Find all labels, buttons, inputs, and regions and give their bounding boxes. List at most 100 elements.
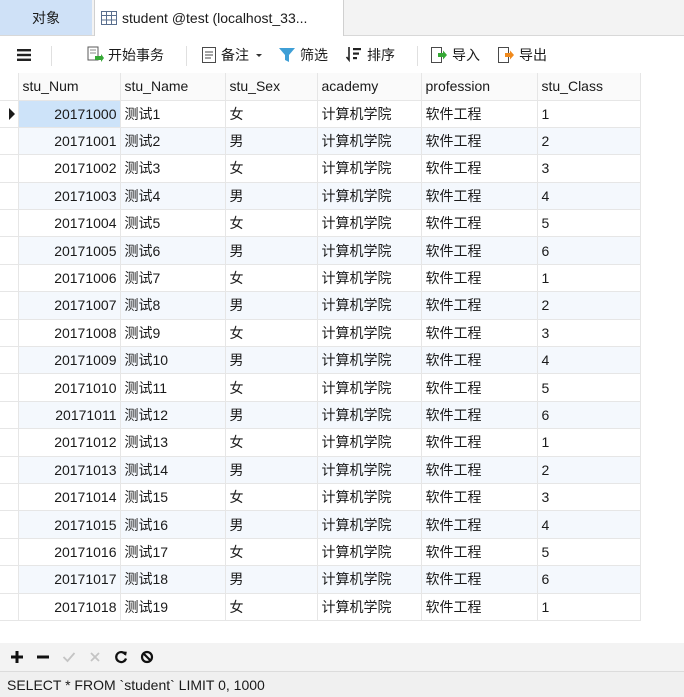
cell-academy[interactable]: 计算机学院: [317, 209, 422, 238]
table-row[interactable]: 20171004 测试5 女计算机学院 软件工程 5: [0, 209, 641, 238]
table-row[interactable]: 20171014 测试15 女计算机学院 软件工程 3: [0, 483, 641, 512]
cell-academy[interactable]: 计算机学院: [317, 428, 422, 457]
cell-profession[interactable]: 软件工程: [421, 346, 538, 375]
cell-stu-class[interactable]: 4: [537, 510, 641, 539]
cell-stu-name[interactable]: 测试6: [120, 236, 226, 265]
cell-academy[interactable]: 计算机学院: [317, 565, 422, 594]
cell-stu-num[interactable]: 20171006: [18, 264, 121, 293]
cell-stu-sex[interactable]: 男: [225, 401, 318, 430]
cell-academy[interactable]: 计算机学院: [317, 127, 422, 156]
cell-profession[interactable]: 软件工程: [421, 373, 538, 402]
cell-stu-class[interactable]: 4: [537, 346, 641, 375]
row-marker[interactable]: [0, 182, 19, 211]
cell-academy[interactable]: 计算机学院: [317, 483, 422, 512]
cell-academy[interactable]: 计算机学院: [317, 538, 422, 567]
cell-stu-sex[interactable]: 男: [225, 510, 318, 539]
cell-stu-class[interactable]: 6: [537, 236, 641, 265]
row-marker[interactable]: [0, 319, 19, 348]
note-button[interactable]: 备注: [201, 36, 269, 73]
cell-stu-num[interactable]: 20171017: [18, 565, 121, 594]
cell-stu-num[interactable]: 20171011: [18, 401, 121, 430]
cell-stu-sex[interactable]: 女: [225, 593, 318, 621]
cell-stu-name[interactable]: 测试8: [120, 291, 226, 320]
cell-stu-num[interactable]: 20171004: [18, 209, 121, 238]
cell-stu-num[interactable]: 20171016: [18, 538, 121, 567]
cell-academy[interactable]: 计算机学院: [317, 456, 422, 484]
cell-academy[interactable]: 计算机学院: [317, 291, 422, 320]
table-row[interactable]: 20171013 测试14 男计算机学院 软件工程 2: [0, 456, 641, 484]
import-button[interactable]: 导入: [430, 36, 480, 73]
cell-stu-num[interactable]: 20171005: [18, 236, 121, 265]
cell-profession[interactable]: 软件工程: [421, 264, 538, 293]
cell-stu-class[interactable]: 3: [537, 483, 641, 512]
cell-stu-class[interactable]: 1: [537, 428, 641, 457]
stop-button[interactable]: [134, 643, 160, 671]
row-marker[interactable]: [0, 291, 19, 320]
cell-stu-name[interactable]: 测试2: [120, 127, 226, 156]
cell-stu-name[interactable]: 测试12: [120, 401, 226, 430]
cell-stu-sex[interactable]: 男: [225, 346, 318, 375]
table-row[interactable]: 20171015 测试16 男计算机学院 软件工程 4: [0, 510, 641, 539]
cell-stu-class[interactable]: 1: [537, 264, 641, 293]
cell-academy[interactable]: 计算机学院: [317, 346, 422, 375]
row-marker[interactable]: [0, 456, 19, 484]
cell-stu-sex[interactable]: 女: [225, 209, 318, 238]
cell-stu-name[interactable]: 测试5: [120, 209, 226, 238]
apply-changes-button[interactable]: [56, 643, 82, 671]
row-marker[interactable]: [0, 510, 19, 539]
row-marker[interactable]: [0, 401, 19, 430]
tab-objects[interactable]: 对象: [0, 0, 92, 35]
delete-record-button[interactable]: [30, 643, 56, 671]
cell-profession[interactable]: 软件工程: [421, 401, 538, 430]
cell-profession[interactable]: 软件工程: [421, 209, 538, 238]
refresh-button[interactable]: [108, 643, 134, 671]
column-header-stu-sex[interactable]: stu_Sex: [225, 73, 318, 101]
table-row[interactable]: 20171000 测试1 女计算机学院 软件工程 1: [0, 100, 641, 128]
cell-profession[interactable]: 软件工程: [421, 456, 538, 484]
cell-academy[interactable]: 计算机学院: [317, 319, 422, 348]
cell-academy[interactable]: 计算机学院: [317, 100, 422, 128]
cell-profession[interactable]: 软件工程: [421, 428, 538, 457]
begin-transaction-button[interactable]: 开始事务: [86, 36, 164, 73]
cell-academy[interactable]: 计算机学院: [317, 373, 422, 402]
sort-button[interactable]: 排序: [345, 36, 395, 73]
cell-stu-class[interactable]: 2: [537, 291, 641, 320]
row-marker[interactable]: [0, 209, 19, 238]
cell-stu-num[interactable]: 20171014: [18, 483, 121, 512]
cell-stu-class[interactable]: 5: [537, 209, 641, 238]
cell-stu-num[interactable]: 20171018: [18, 593, 121, 621]
cell-stu-name[interactable]: 测试18: [120, 565, 226, 594]
table-row[interactable]: 20171002 测试3 女计算机学院 软件工程 3: [0, 154, 641, 183]
column-header-stu-class[interactable]: stu_Class: [537, 73, 641, 101]
cell-stu-num[interactable]: 20171003: [18, 182, 121, 211]
cell-profession[interactable]: 软件工程: [421, 154, 538, 183]
cell-stu-num[interactable]: 20171009: [18, 346, 121, 375]
cell-stu-num[interactable]: 20171001: [18, 127, 121, 156]
cell-stu-name[interactable]: 测试4: [120, 182, 226, 211]
cell-stu-sex[interactable]: 男: [225, 182, 318, 211]
cell-stu-name[interactable]: 测试3: [120, 154, 226, 183]
table-row[interactable]: 20171007 测试8 男计算机学院 软件工程 2: [0, 291, 641, 320]
cell-stu-num[interactable]: 20171002: [18, 154, 121, 183]
column-header-stu-num[interactable]: stu_Num: [18, 73, 121, 101]
cell-academy[interactable]: 计算机学院: [317, 154, 422, 183]
column-header-profession[interactable]: profession: [421, 73, 538, 101]
tab-student-table[interactable]: student @test (localhost_33...: [94, 0, 344, 36]
row-marker[interactable]: [0, 236, 19, 265]
column-header-stu-name[interactable]: stu_Name: [120, 73, 226, 101]
cell-stu-class[interactable]: 3: [537, 319, 641, 348]
cell-stu-sex[interactable]: 男: [225, 291, 318, 320]
table-row[interactable]: 20171018 测试19 女计算机学院 软件工程 1: [0, 593, 641, 621]
cell-stu-num[interactable]: 20171010: [18, 373, 121, 402]
cell-stu-name[interactable]: 测试10: [120, 346, 226, 375]
row-marker[interactable]: [0, 565, 19, 594]
cell-stu-class[interactable]: 3: [537, 154, 641, 183]
row-marker[interactable]: [0, 593, 19, 621]
cell-stu-sex[interactable]: 女: [225, 319, 318, 348]
cell-profession[interactable]: 软件工程: [421, 100, 538, 128]
add-record-button[interactable]: [4, 643, 30, 671]
cell-stu-sex[interactable]: 女: [225, 538, 318, 567]
cell-stu-sex[interactable]: 男: [225, 236, 318, 265]
cell-stu-num[interactable]: 20171000: [18, 100, 121, 128]
table-row[interactable]: 20171012 测试13 女计算机学院 软件工程 1: [0, 428, 641, 457]
